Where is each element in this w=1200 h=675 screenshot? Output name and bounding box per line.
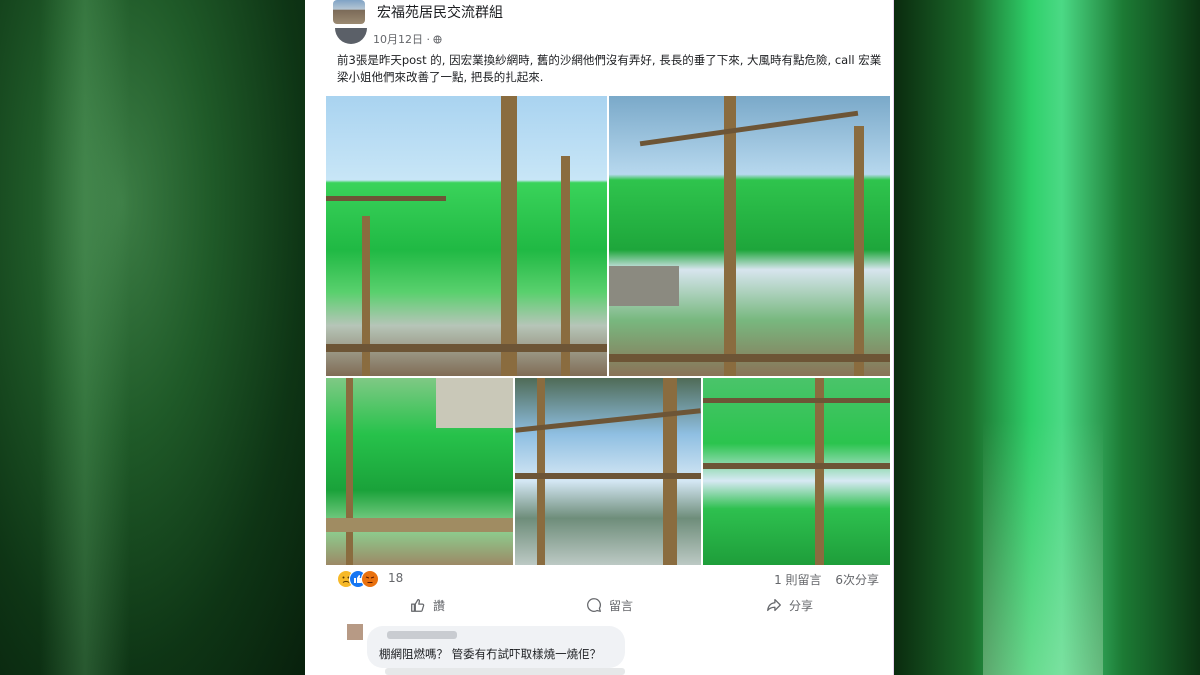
blurred-background-left — [0, 0, 305, 675]
poster-avatar[interactable] — [335, 28, 367, 44]
commenter-avatar[interactable] — [347, 624, 363, 640]
like-button[interactable]: 讚 — [409, 596, 445, 614]
share-button[interactable]: 分享 — [765, 596, 813, 614]
group-name[interactable]: 宏福苑居民交流群組 — [377, 2, 503, 22]
angry-icon — [361, 570, 379, 588]
comment-bubble: 棚網阻燃嗎？ 管委有冇試吓取樣燒一燒佢？ — [367, 626, 625, 668]
post-date-text: 10月12日 · — [373, 33, 434, 46]
post-body-text: 前3張是昨天post 的, 因宏業換紗網時, 舊的沙網他們沒有弄好, 長長的垂了… — [337, 53, 882, 84]
share-label: 分享 — [789, 598, 814, 613]
photo-4[interactable] — [515, 378, 701, 565]
photo-3[interactable] — [326, 378, 513, 565]
photo-2[interactable] — [609, 96, 890, 376]
share-count[interactable]: 6次分享 — [835, 573, 879, 587]
post-actions: 讚 留言 分享 — [305, 592, 893, 620]
photo-1[interactable] — [326, 96, 607, 376]
comment-meta-row — [385, 668, 625, 675]
comment-button[interactable]: 留言 — [585, 596, 633, 614]
engagement-stats: 1 則留言 6次分享 — [764, 571, 879, 588]
commenter-name-redacted[interactable] — [387, 631, 457, 639]
comment-text: 棚網阻燃嗎？ 管委有冇試吓取樣燒一燒佢？ — [379, 647, 602, 661]
like-label: 讚 — [433, 598, 446, 613]
comment-label: 留言 — [609, 598, 634, 613]
group-thumbnail[interactable] — [333, 0, 365, 24]
group-header: 宏福苑居民交流群組 — [305, 0, 893, 33]
reaction-count: 18 — [388, 571, 404, 585]
post-date[interactable]: 10月12日 · — [373, 31, 443, 47]
share-icon — [767, 598, 781, 612]
globe-icon — [433, 35, 443, 44]
facebook-post: 宏福苑居民交流群組 10月12日 · 前3張是昨天post 的, 因宏業換紗網時… — [305, 0, 894, 675]
comment-count[interactable]: 1 則留言 — [774, 573, 821, 587]
blurred-background-right — [893, 0, 1200, 675]
comment-icon — [587, 598, 601, 612]
photo-5[interactable] — [703, 378, 890, 565]
thumbs-up-icon — [411, 598, 425, 612]
